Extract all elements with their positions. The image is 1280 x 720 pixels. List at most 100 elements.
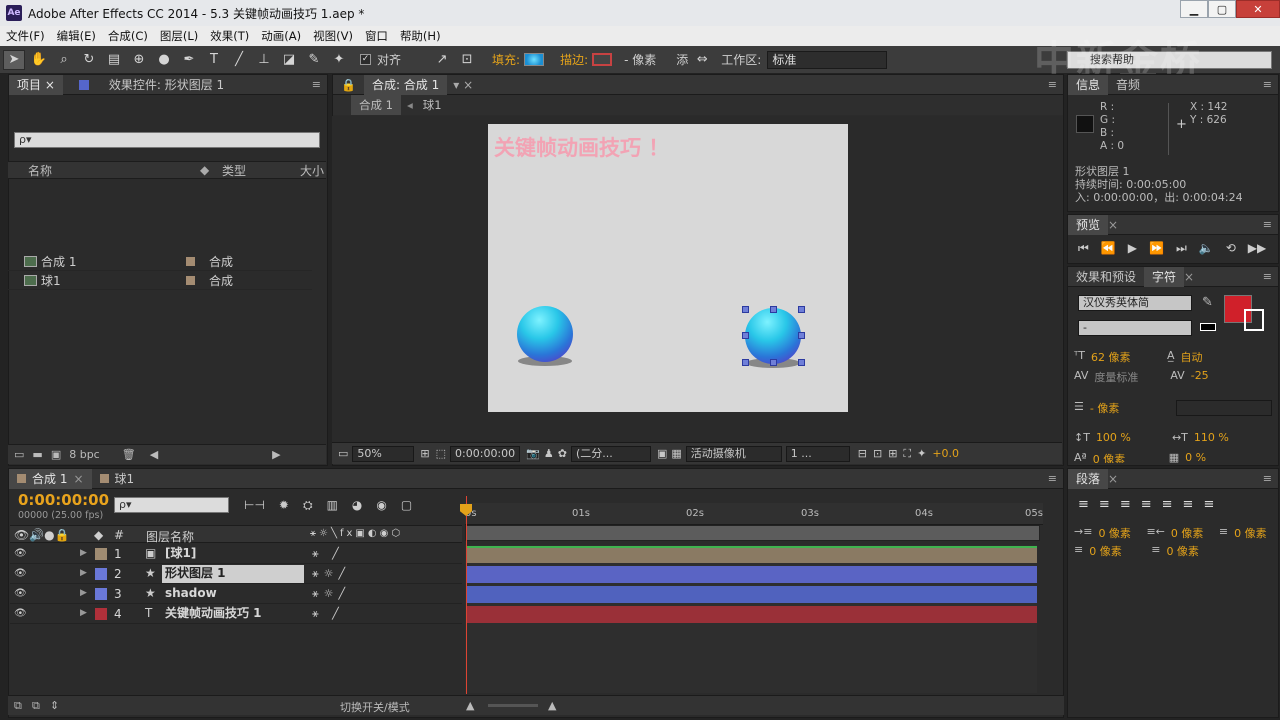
stroke-order-dropdown[interactable] <box>1175 400 1272 416</box>
space-after-value[interactable]: 0 像素 <box>1166 543 1199 559</box>
text-stroke-color[interactable] <box>1244 309 1264 331</box>
safe-zones-icon[interactable]: ⊞ <box>420 447 429 460</box>
layer-label-color[interactable] <box>95 608 107 620</box>
last-frame-icon[interactable]: ⏭ <box>1176 241 1187 256</box>
leading-value[interactable]: 自动 <box>1180 349 1202 365</box>
flowchart-icon[interactable]: ⛶ <box>903 447 911 461</box>
modes-pane-icon[interactable]: ⧉ <box>32 699 40 713</box>
menu-layer[interactable]: 图层(L) <box>154 28 204 44</box>
menu-view[interactable]: 视图(V) <box>307 28 359 44</box>
timeline-icon[interactable]: ⊞ <box>888 447 897 460</box>
font-style-dropdown[interactable]: - <box>1078 320 1192 336</box>
project-item[interactable]: 球1 合成 <box>8 271 312 290</box>
layer-bar[interactable] <box>467 566 1037 583</box>
channel-icon[interactable]: ✿ <box>558 447 567 460</box>
playhead[interactable] <box>466 496 467 694</box>
tab-paragraph[interactable]: 段落 <box>1068 468 1109 489</box>
layer-switches[interactable]: ⚹ ╱ <box>312 547 344 561</box>
label-swatch[interactable] <box>186 275 195 285</box>
justify-all-icon[interactable]: ≡ <box>1203 497 1214 512</box>
horizontal-scale-value[interactable]: 110 % <box>1194 431 1229 444</box>
label-swatch[interactable] <box>186 256 195 266</box>
tab-audio[interactable]: 音频 <box>1108 75 1148 95</box>
eye-icon[interactable]: 👁 <box>14 568 27 579</box>
tab-timeline-ball[interactable]: 球1 <box>92 469 143 489</box>
eyedropper-icon[interactable]: ✎ <box>1202 295 1213 310</box>
selection-handle[interactable] <box>798 306 805 313</box>
stroke-color-swatch[interactable] <box>592 53 613 66</box>
zoom-tool-icon[interactable]: ⌕ <box>53 50 75 70</box>
tab-preview[interactable]: 预览 <box>1068 214 1109 235</box>
vertical-scale-value[interactable]: 100 % <box>1096 431 1166 444</box>
justify-center-icon[interactable]: ≡ <box>1162 497 1173 512</box>
snapshot-icon[interactable]: 📷 <box>526 447 540 460</box>
reset-exposure-icon[interactable]: ✦ <box>917 447 926 460</box>
ram-preview-icon[interactable]: ▶▶ <box>1248 241 1266 255</box>
ball-right-selected[interactable] <box>745 308 801 364</box>
workspace-dropdown[interactable]: 标准 <box>767 50 888 69</box>
eye-icon[interactable]: 👁 <box>14 548 27 559</box>
zoom-out-icon[interactable]: ▲ <box>466 699 474 712</box>
brainstorm-icon[interactable]: ▢ <box>401 498 412 513</box>
frame-blending-icon[interactable]: ▥ <box>327 498 338 513</box>
layer-name[interactable]: 关键帧动画技巧 1 <box>162 605 304 623</box>
panel-menu-icon[interactable]: ≡ <box>1048 472 1057 485</box>
close-tab-icon[interactable]: × <box>73 472 83 486</box>
clone-stamp-tool-icon[interactable]: ⊥ <box>253 50 275 70</box>
tab-composition[interactable]: 合成: 合成 1 <box>363 74 448 95</box>
tsume-value[interactable]: 0 % <box>1185 451 1206 463</box>
selection-handle[interactable] <box>798 332 805 339</box>
close-button[interactable]: ✕ <box>1236 0 1280 18</box>
bpc-label[interactable]: 8 bpc <box>69 448 100 461</box>
layer-switches[interactable]: ⚹ ╱ <box>312 607 344 621</box>
tab-project[interactable]: 项目 × <box>9 74 63 95</box>
breadcrumb-item[interactable]: 合成 1 <box>351 95 401 115</box>
tab-dropdown-icon[interactable]: ▾ × <box>453 78 473 92</box>
expand-icon[interactable]: ▶ <box>80 608 87 618</box>
layer-switches[interactable]: ⚹☼╱ <box>312 587 350 601</box>
layer-label-color[interactable] <box>95 568 107 580</box>
pan-behind-tool-icon[interactable]: ⊕ <box>128 50 150 70</box>
indent-right-value[interactable]: 0 像素 <box>1171 525 1213 541</box>
panel-menu-icon[interactable]: ≡ <box>1263 472 1272 485</box>
font-family-dropdown[interactable]: 汉仪秀英体简 <box>1078 295 1192 311</box>
next-frame-icon[interactable]: ⏩ <box>1149 241 1164 255</box>
minimize-button[interactable]: ▁ <box>1180 0 1208 18</box>
layer-name[interactable]: shadow <box>162 585 304 603</box>
tab-effects-presets[interactable]: 效果和预设 <box>1068 267 1144 287</box>
hide-shy-icon[interactable]: ⛭ <box>303 498 313 513</box>
eye-icon[interactable]: 👁 <box>14 608 27 619</box>
col-layer-name[interactable]: 图层名称 <box>146 528 194 545</box>
justify-right-icon[interactable]: ≡ <box>1183 497 1194 512</box>
selection-handle[interactable] <box>742 306 749 313</box>
layer-label-color[interactable] <box>95 588 107 600</box>
roto-brush-tool-icon[interactable]: ✎ <box>303 50 325 70</box>
eye-icon[interactable]: 👁 <box>14 588 27 599</box>
new-folder-icon[interactable]: ▬ <box>32 448 42 461</box>
menu-animation[interactable]: 动画(A) <box>255 28 307 44</box>
in-out-pane-icon[interactable]: ⇕ <box>50 699 59 712</box>
black-swatch[interactable] <box>1200 323 1216 331</box>
timeline-search-input[interactable]: ρ▾ <box>114 497 229 513</box>
panel-menu-icon[interactable]: ≡ <box>1263 270 1272 283</box>
panel-menu-icon[interactable]: ≡ <box>312 78 321 91</box>
align-checkbox[interactable]: ✓ <box>360 54 371 65</box>
menu-help[interactable]: 帮助(H) <box>394 28 447 44</box>
kerning-value[interactable]: 度量标准 <box>1094 369 1164 385</box>
panel-menu-icon[interactable]: ≡ <box>1048 78 1057 91</box>
tracking-value[interactable]: -25 <box>1191 369 1209 385</box>
scroll-right-icon[interactable]: ▶ <box>272 448 280 461</box>
current-time-field[interactable]: 0:00:00:00 <box>450 445 521 462</box>
layer-name[interactable]: 形状图层 1 <box>162 565 304 583</box>
pen-tool-icon[interactable]: ✒ <box>178 50 200 70</box>
show-snapshot-icon[interactable]: ♟ <box>544 447 554 460</box>
indent-first-value[interactable]: 0 像素 <box>1234 525 1267 541</box>
interpret-footage-icon[interactable]: ▭ <box>14 448 24 461</box>
panel-menu-icon[interactable]: ≡ <box>1263 218 1272 231</box>
align-right-icon[interactable]: ≡ <box>1120 497 1131 512</box>
new-composition-icon[interactable]: ▣ <box>51 448 61 461</box>
composition-mini-flowchart-icon[interactable]: ⊢⊣ <box>244 498 265 513</box>
transparency-grid-icon[interactable]: ▦ <box>671 447 681 460</box>
layer-bar[interactable] <box>467 606 1037 623</box>
breadcrumb-item[interactable]: 球1 <box>423 97 442 113</box>
